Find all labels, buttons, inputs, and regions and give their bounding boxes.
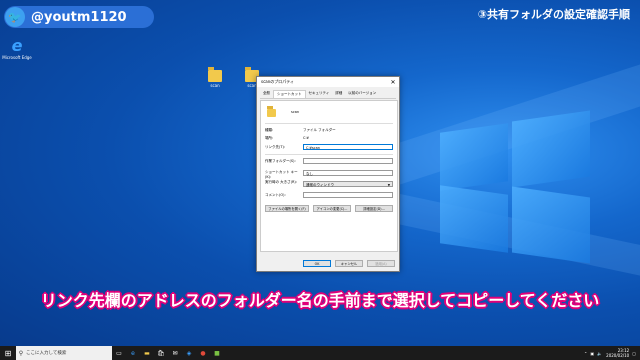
system-tray: ⌃ ▣ 🔈 23:12 2020/02/10 ▢ — [584, 348, 640, 358]
close-button[interactable]: ✕ — [387, 79, 399, 86]
comment-label: コメント(O): — [265, 193, 286, 197]
store-icon[interactable]: 🛍 — [154, 346, 168, 360]
dialog-title: scanのプロパティ — [261, 79, 295, 84]
taskbar: ⊞ ⚲ ここに入力して検索 ▭ e ▬ 🛍 ✉ ◈ ● ■ ⌃ ▣ 🔈 23:1… — [0, 346, 640, 360]
tab-details[interactable]: 詳細 — [332, 90, 345, 98]
network-icon[interactable]: ▣ — [590, 351, 594, 356]
search-placeholder: ここに入力して検索 — [26, 351, 67, 356]
windows-logo — [440, 110, 590, 264]
clock-date: 2020/02/10 — [606, 353, 630, 358]
desktop-icon-scan-folder[interactable]: scan — [200, 67, 230, 88]
chevron-down-icon: ▼ — [387, 183, 390, 187]
comment-field[interactable] — [303, 192, 393, 198]
location-value: C:¥ — [303, 136, 309, 140]
shortcut-key-field[interactable]: なし — [303, 170, 393, 176]
search-icon: ⚲ — [18, 349, 24, 357]
desktop: 🐦 @youtm1120 ③共有フォルダの設定確認手順 e Microsoft … — [0, 0, 640, 360]
run-size-label: 実行時の 大きさ(R): — [265, 180, 297, 184]
mail-icon[interactable]: ✉ — [168, 346, 182, 360]
target-label: リンク先(T): — [265, 145, 286, 149]
task-view-icon[interactable]: ▭ — [112, 346, 126, 360]
tab-shortcut[interactable]: ショートカット — [273, 90, 306, 98]
start-in-field[interactable] — [303, 158, 393, 164]
run-size-select[interactable]: 通常のウィンドウ ▼ — [303, 181, 393, 187]
twitter-bird-icon: 🐦 — [5, 7, 25, 27]
step-title: ③共有フォルダの設定確認手順 — [477, 8, 630, 21]
cancel-button[interactable]: キャンセル — [335, 260, 363, 267]
tab-security[interactable]: セキュリティ — [306, 90, 333, 98]
apply-button[interactable]: 適用(A) — [367, 260, 395, 267]
edge-icon: e — [11, 36, 23, 55]
notification-icon[interactable]: ▢ — [632, 351, 636, 356]
desktop-icon-label: scan — [210, 83, 220, 88]
twitter-handle: @youtm1120 — [31, 9, 127, 25]
start-in-label: 作業フォルダー(S): — [265, 159, 296, 163]
search-box[interactable]: ⚲ ここに入力して検索 — [16, 346, 112, 360]
folder-icon — [267, 106, 276, 117]
type-label: 種類: — [265, 128, 274, 132]
properties-dialog: scanのプロパティ ✕ 全般 ショートカット セキュリティ 詳細 以前のバージ… — [256, 76, 400, 272]
twitter-handle-badge: 🐦 @youtm1120 — [4, 6, 154, 28]
target-field[interactable]: C:¥scan — [303, 144, 393, 150]
type-value: ファイル フォルダー — [303, 128, 336, 132]
tab-general[interactable]: 全般 — [260, 90, 273, 98]
instruction-caption: リンク先欄のアドレスのフォルダー名の手前まで選択してコピーしてください — [40, 291, 600, 310]
desktop-icon-edge[interactable]: e Microsoft Edge — [2, 36, 32, 61]
tab-previous-versions[interactable]: 以前のバージョン — [345, 90, 379, 98]
folder-icon — [208, 67, 222, 82]
divider — [265, 154, 393, 155]
change-icon-button[interactable]: アイコンの変更(C)... — [313, 205, 351, 212]
run-size-value: 通常のウィンドウ — [306, 183, 334, 187]
windows-start-icon[interactable]: ⊞ — [0, 346, 16, 360]
app-icon[interactable]: ● — [196, 346, 210, 360]
chevron-up-icon[interactable]: ⌃ — [584, 351, 587, 356]
open-file-location-button[interactable]: ファイルの場所を開く(F) — [265, 205, 309, 212]
edge-taskbar-icon[interactable]: e — [126, 346, 140, 360]
advanced-button[interactable]: 詳細設定(D)... — [355, 205, 393, 212]
volume-icon[interactable]: 🔈 — [597, 351, 602, 356]
dialog-tabs: 全般 ショートカット セキュリティ 詳細 以前のバージョン — [260, 90, 396, 99]
divider — [265, 123, 393, 124]
file-explorer-icon[interactable]: ▬ — [140, 346, 154, 360]
app-icon[interactable]: ◈ — [182, 346, 196, 360]
app-icon[interactable]: ■ — [210, 346, 224, 360]
desktop-icon-label: Microsoft Edge — [2, 55, 32, 60]
location-label: 場所: — [265, 136, 274, 140]
shortcut-key-label: ショートカット キー(K): — [265, 170, 298, 179]
dialog-titlebar: scanのプロパティ ✕ — [257, 77, 399, 87]
clock[interactable]: 23:12 2020/02/10 — [606, 348, 629, 358]
shortcut-panel: scan 種類: ファイル フォルダー 場所: C:¥ リンク先(T): C:¥… — [260, 100, 398, 252]
ok-button[interactable]: OK — [303, 260, 331, 267]
shortcut-name: scan — [291, 110, 300, 114]
